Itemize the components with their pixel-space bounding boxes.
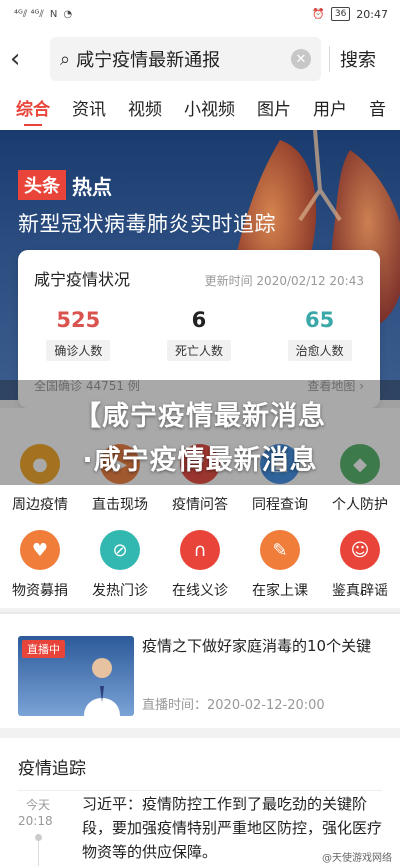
grid-label: 鉴真辟谣 [332, 583, 388, 599]
doctor-figure [84, 658, 120, 716]
tracking-day: 今天 [25, 798, 50, 812]
tab-short-video[interactable]: 小视频 [184, 95, 235, 126]
thermometer-icon: ⊘ [100, 530, 140, 570]
stat-value: 6 [191, 308, 207, 332]
grid-item-rumor[interactable]: ☺ 鉴真辟谣 [320, 530, 400, 600]
news-title: 疫情之下做好家庭消毒的10个关键 [142, 637, 372, 655]
tab-music[interactable]: 音 [369, 95, 386, 126]
stat-cured: 65 治愈人数 [265, 308, 375, 361]
stethoscope-icon: ∩ [180, 530, 220, 570]
tab-video[interactable]: 视频 [128, 95, 162, 126]
wifi-icon: ◔ [63, 8, 73, 20]
network-icon: N [49, 8, 58, 20]
search-input[interactable]: 咸宁疫情最新通报 [76, 46, 291, 72]
stat-label: 死亡人数 [166, 340, 231, 361]
grid-label: 周边疫情 [12, 497, 68, 513]
news-thumbnail: 直播中 [18, 636, 134, 716]
tab-images[interactable]: 图片 [257, 95, 291, 126]
grid-item-online-clinic[interactable]: ∩ 在线义诊 [160, 530, 240, 600]
pencil-icon: ✎ [260, 530, 300, 570]
grid-label: 在线义诊 [172, 583, 228, 599]
search-button[interactable]: 搜索 [329, 46, 386, 72]
person-icon: ☺ [340, 530, 380, 570]
hero-title: 新型冠状病毒肺炎实时追踪 [18, 212, 276, 236]
battery-icon: 36 [330, 7, 351, 21]
hero-brand: 头条 热点 [18, 170, 112, 200]
stat-value: 525 [56, 308, 101, 332]
live-news-item[interactable]: 直播中 疫情之下做好家庭消毒的10个关键 直播时间：2020-02-12-20:… [0, 614, 400, 728]
stat-label: 确诊人数 [46, 340, 111, 361]
heart-icon: ♥ [20, 530, 60, 570]
grid-label: 发热门诊 [92, 583, 148, 599]
stat-value: 65 [305, 308, 335, 332]
tab-comprehensive[interactable]: 综合 [16, 95, 50, 126]
section-gap [0, 728, 400, 738]
grid-label: 物资募捐 [12, 583, 68, 599]
grid-label: 个人防护 [332, 497, 388, 513]
news-time: 直播时间：2020-02-12-20:00 [142, 698, 325, 713]
grid-label: 同程查询 [252, 497, 308, 513]
search-icon: ⌕ [60, 48, 71, 70]
timeline-dot [35, 834, 42, 841]
tracking-hour: 20:18 [18, 814, 53, 828]
card-title: 咸宁疫情状况 [34, 270, 131, 289]
alarm-icon: ⏰ [312, 8, 325, 20]
search-header: ‹ ⌕ 咸宁疫情最新通报 ✕ 搜索 [0, 28, 400, 90]
back-arrow-icon[interactable]: ‹ [10, 44, 40, 74]
search-box[interactable]: ⌕ 咸宁疫情最新通报 ✕ [50, 37, 321, 81]
update-time: 更新时间 2020/02/12 20:43 [204, 274, 364, 288]
watermark-credit: @天使游戏网络 [322, 853, 392, 864]
grid-item-home-class[interactable]: ✎ 在家上课 [240, 530, 320, 600]
watermark-line-1: 【咸宁疫情最新消息 [74, 401, 326, 432]
stat-deaths: 6 死亡人数 [144, 308, 254, 361]
watermark-line-2: ·咸宁疫情最新消息 [82, 445, 318, 476]
divider [18, 790, 382, 791]
clear-icon[interactable]: ✕ [291, 49, 311, 69]
live-badge: 直播中 [22, 640, 65, 658]
signal-icon: ⁴ᴳ⫽ ⁴ᴳ⫽ [14, 8, 44, 20]
tab-users[interactable]: 用户 [313, 95, 347, 126]
grid-label: 疫情问答 [172, 497, 228, 513]
grid-item-fever-clinic[interactable]: ⊘ 发热门诊 [80, 530, 160, 600]
tab-news[interactable]: 资讯 [72, 95, 106, 126]
epidemic-tracking: 疫情追踪 今天 20:18 习近平：疫情防控工作到了最吃劲的关键阶段，要加强疫情… [0, 738, 400, 866]
clock: 20:47 [356, 7, 388, 21]
brand-logo-white: 热点 [72, 174, 112, 199]
grid-label: 直击现场 [92, 497, 148, 513]
brand-logo-red: 头条 [18, 170, 66, 200]
category-tabs: 综合 资讯 视频 小视频 图片 用户 音 [0, 90, 400, 130]
tracking-title: 疫情追踪 [18, 759, 86, 779]
status-bar: ⁴ᴳ⫽ ⁴ᴳ⫽ N ◔ ⏰ 36 20:47 [0, 0, 400, 28]
stat-label: 治愈人数 [287, 340, 352, 361]
grid-label: 在家上课 [252, 583, 308, 599]
grid-row-2: ♥ 物资募捐 ⊘ 发热门诊 ∩ 在线义诊 ✎ 在家上课 ☺ 鉴真辟谣 [0, 530, 400, 600]
grid-item-donate[interactable]: ♥ 物资募捐 [0, 530, 80, 600]
stat-confirmed: 525 确诊人数 [23, 308, 133, 361]
